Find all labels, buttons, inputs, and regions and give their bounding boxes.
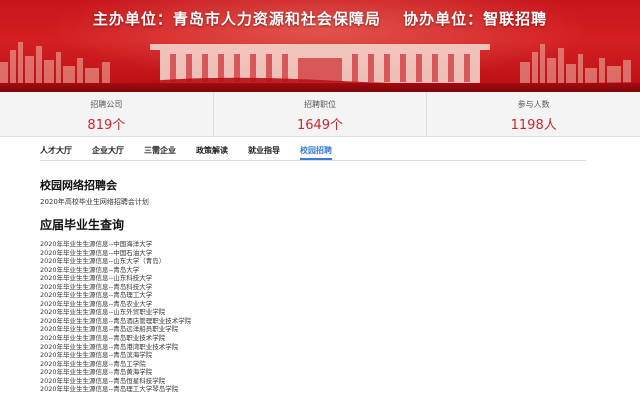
tab-employment-guidance[interactable]: 就业指导 [248, 140, 280, 159]
tab-enterprise-hall[interactable]: 企业大厅 [92, 140, 124, 159]
main-nav: 人才大厅 企业大厅 三需企业 政策解读 就业指导 校园招聘 [40, 140, 586, 161]
list-item[interactable]: 2020年毕业生生源信息--青岛远洋船员职业学院 [40, 325, 191, 334]
banner-title: 主办单位：青岛市人力资源和社会保障局 协办单位：智联招聘 [0, 8, 640, 29]
stat-participants: 参与人数 1198人 [427, 92, 640, 136]
list-item[interactable]: 2020年毕业生生源信息--青岛理工大学 [40, 291, 191, 300]
stat-companies: 招聘公司 819个 [0, 92, 214, 136]
city-skyline-illustration [0, 42, 640, 92]
list-item[interactable]: 2020年毕业生生源信息--青岛黄海学院 [40, 368, 191, 377]
list-item[interactable]: 2020年毕业生生源信息--中国石油大学 [40, 249, 191, 258]
list-item[interactable]: 2020年毕业生生源信息--青岛科技大学 [40, 283, 191, 292]
graduate-info-list: 2020年毕业生生源信息--中国海洋大学 2020年毕业生生源信息--中国石油大… [40, 240, 191, 394]
stat-label: 招聘公司 [90, 100, 123, 109]
section-title: 应届毕业生查询 [40, 218, 125, 232]
list-item[interactable]: 2020年毕业生生源信息--青岛职业技术学院 [40, 334, 191, 343]
stat-value: 1198人 [510, 118, 557, 133]
stat-value: 819个 [87, 118, 126, 133]
stat-value: 1649个 [296, 118, 344, 133]
stat-label: 参与人数 [517, 100, 550, 109]
list-item[interactable]: 2020年毕业生生源信息--青岛工学院 [40, 360, 191, 369]
banner: 主办单位：青岛市人力资源和社会保障局 协办单位：智联招聘 [0, 0, 640, 92]
tab-campus-recruitment[interactable]: 校园招聘 [300, 140, 332, 160]
list-item[interactable]: 2020年毕业生生源信息--青岛理工大学琴岛学院 [40, 385, 191, 394]
list-item[interactable]: 2020年毕业生生源信息--中国海洋大学 [40, 240, 191, 249]
host-unit-label: 主办单位：青岛市人力资源和社会保障局 [92, 10, 381, 28]
page-title: 校园网络招聘会 [40, 179, 117, 192]
list-item[interactable]: 2020年毕业生生源信息--青岛恒星科技学院 [40, 377, 191, 386]
list-item[interactable]: 2020年毕业生生源信息--青岛港湾职业技术学院 [40, 343, 191, 352]
list-item[interactable]: 2020年毕业生生源信息--青岛滨海学院 [40, 351, 191, 360]
tab-three-needs-enterprise[interactable]: 三需企业 [144, 140, 176, 159]
list-item[interactable]: 2020年毕业生生源信息--山东科技大学 [40, 274, 191, 283]
list-item[interactable]: 2020年毕业生生源信息--山东大学（青岛） [40, 257, 191, 266]
list-item[interactable]: 2020年毕业生生源信息--山东外贸职业学院 [40, 308, 191, 317]
banner-bottom-strip [0, 83, 640, 92]
co-host-unit-label: 协办单位：智联招聘 [403, 10, 548, 28]
tab-policy-interpretation[interactable]: 政策解读 [196, 140, 228, 159]
tab-talent-hall[interactable]: 人才大厅 [40, 140, 72, 159]
list-item[interactable]: 2020年毕业生生源信息--青岛大学 [40, 266, 191, 275]
stat-label: 招聘职位 [304, 100, 336, 109]
plan-link[interactable]: 2020年高校毕业生网络招聘会计划 [40, 197, 149, 207]
stats-bar: 招聘公司 819个 招聘职位 1649个 参与人数 1198人 [0, 92, 640, 137]
stat-positions: 招聘职位 1649个 [214, 92, 428, 136]
